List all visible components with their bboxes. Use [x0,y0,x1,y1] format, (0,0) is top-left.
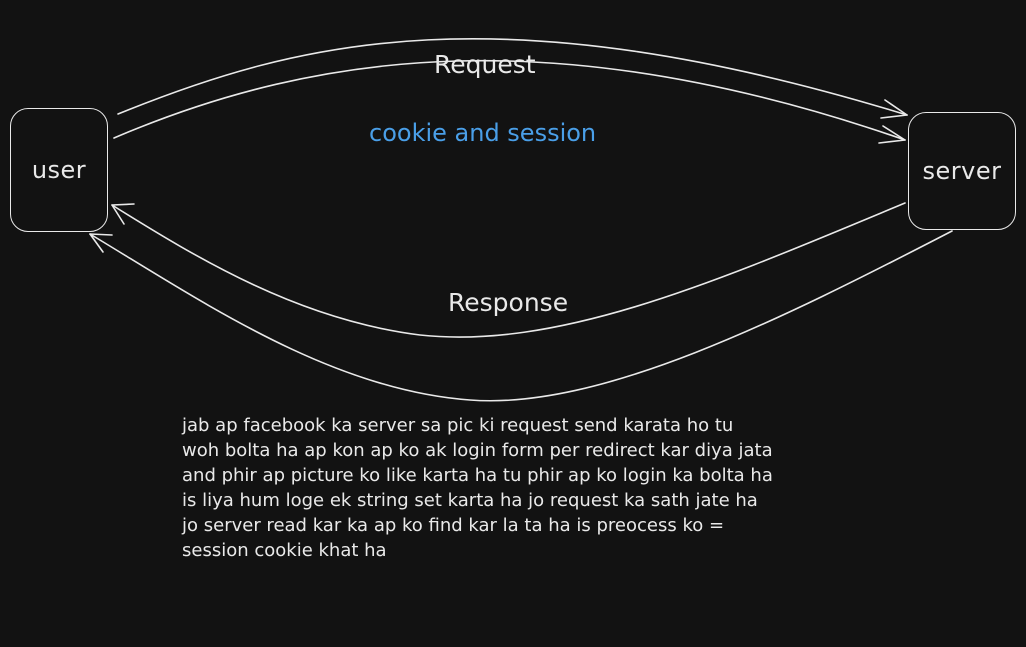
note-line: jab ap facebook ka server sa pic ki requ… [182,415,734,436]
server-node: server [908,112,1016,230]
note-line: is liya hum loge ek string set karta ha … [182,490,758,511]
request-arrowhead-inner [878,125,906,144]
diagram-title: cookie and session [369,119,597,147]
user-node: user [10,108,108,232]
note-line: jo server read kar ka ap ko find kar la … [182,515,725,536]
response-label: Response [448,288,569,317]
server-node-label: server [922,157,1002,185]
user-node-label: user [31,156,87,184]
diagram-canvas: user server Request cookie and session R… [0,0,1026,647]
explanation-note: jab ap facebook ka server sa pic ki requ… [182,413,872,563]
note-line: woh bolta ha ap kon ap ko ak login form … [182,440,773,461]
note-line: session cookie khat ha [182,540,387,561]
request-label: Request [434,50,536,79]
note-line: and phir ap picture ko like karta ha tu … [182,465,773,486]
